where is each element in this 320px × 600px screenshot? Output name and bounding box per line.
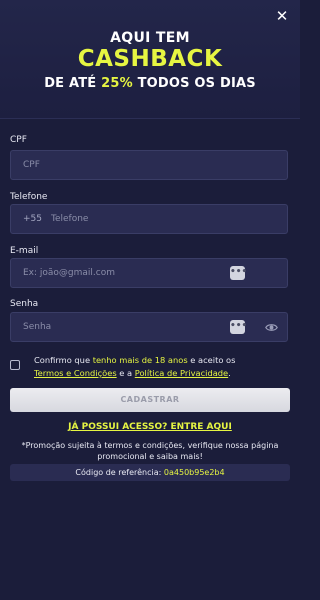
referral-label: Código de referência:	[75, 468, 164, 477]
phone-label: Telefone	[10, 192, 48, 202]
show-password-icon[interactable]	[265, 321, 278, 334]
login-link[interactable]: JÁ POSSUI ACESSO? ENTRE AQUI	[0, 422, 300, 432]
terms-checkbox[interactable]	[10, 360, 20, 370]
banner-title: CASHBACK	[77, 46, 223, 72]
cpf-field[interactable]: CPF	[10, 150, 288, 180]
promo-disclaimer: *Promoção sujeita à termos e condições, …	[21, 441, 279, 461]
consent-end: .	[228, 368, 231, 378]
email-label: E-mail	[10, 246, 39, 256]
autofill-icon[interactable]: •••	[230, 320, 247, 334]
consent-and: e a	[116, 368, 135, 378]
banner-subtitle: DE ATÉ 25% TODOS OS DIAS	[0, 76, 300, 91]
autofill-icon[interactable]: •••	[230, 266, 247, 280]
phone-placeholder: Telefone	[51, 214, 89, 224]
referral-code: 0a450b95e2b4	[163, 468, 225, 477]
password-placeholder: Senha	[23, 322, 52, 332]
cashback-banner: ✕ AQUI TEM CASHBACK DE ATÉ 25% TODOS OS …	[0, 0, 300, 118]
close-icon[interactable]: ✕	[274, 8, 290, 24]
password-field[interactable]: Senha •••	[10, 312, 288, 342]
banner-divider	[0, 118, 300, 119]
age-highlight: tenho mais de 18 anos	[92, 355, 188, 365]
cpf-placeholder: CPF	[23, 160, 40, 170]
country-code-prefix: +55	[23, 214, 42, 224]
cpf-label: CPF	[10, 135, 27, 145]
banner-subtitle-pre: DE ATÉ	[44, 76, 102, 91]
email-placeholder: Ex: joão@gmail.com	[23, 268, 116, 278]
cashback-percent: 25%	[101, 76, 133, 91]
banner-line1: AQUI TEM	[110, 30, 190, 46]
register-button[interactable]: CADASTRAR	[10, 388, 290, 412]
banner-subtitle-post: TODOS OS DIAS	[132, 76, 256, 91]
consent-pre: Confirmo que	[34, 355, 93, 365]
consent-text: Confirmo que tenho mais de 18 anos e ace…	[34, 354, 290, 380]
password-label: Senha	[10, 299, 39, 309]
terms-link[interactable]: Termos e Condições	[34, 368, 117, 378]
email-field[interactable]: Ex: joão@gmail.com •••	[10, 258, 288, 288]
referral-code-box: Código de referência: 0a450b95e2b4	[10, 464, 290, 481]
privacy-link[interactable]: Política de Privacidade	[135, 368, 228, 378]
phone-field[interactable]: +55 Telefone	[10, 204, 288, 234]
consent-mid: e aceito os	[187, 355, 236, 365]
